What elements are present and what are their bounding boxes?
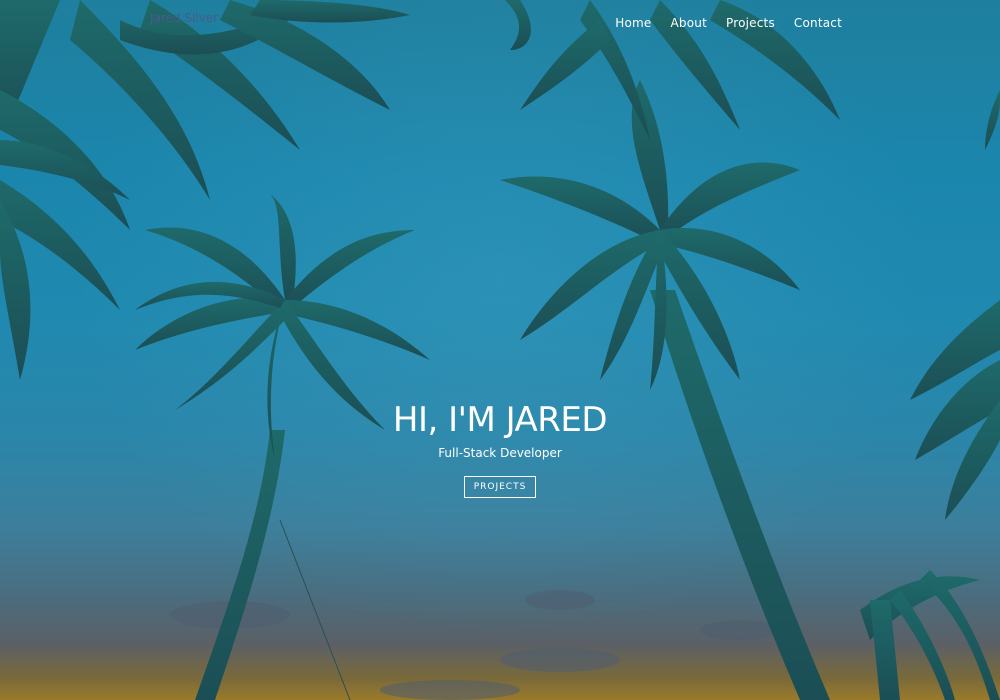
- nav-item-home: Home: [615, 12, 651, 31]
- nav-link-contact[interactable]: Contact: [794, 16, 842, 30]
- hero-subtitle: Full-Stack Developer: [438, 446, 562, 460]
- nav-link-projects[interactable]: Projects: [726, 16, 775, 30]
- hero-section: Jared Silver Home About Projects Contact…: [0, 0, 1000, 700]
- brand-link[interactable]: Jared Silver: [150, 11, 218, 25]
- palm-tree-background: [0, 0, 1000, 700]
- nav-link-home[interactable]: Home: [615, 16, 651, 30]
- hero-content: HI, I'M JARED Full-Stack Developer PROJE…: [0, 398, 1000, 498]
- nav-item-contact: Contact: [794, 12, 842, 31]
- palm-right-edge: [860, 90, 1000, 700]
- clouds: [170, 590, 780, 700]
- nav-item-about: About: [671, 12, 707, 31]
- palm-crown-center-right: [500, 80, 800, 390]
- palm-left-fronds: [0, 90, 130, 380]
- nav-menu: Home About Projects Contact: [615, 12, 842, 31]
- nav-item-projects: Projects: [726, 12, 775, 31]
- projects-button[interactable]: PROJECTS: [463, 476, 537, 498]
- nav-link-about[interactable]: About: [671, 16, 707, 30]
- rope: [279, 519, 351, 700]
- hero-title: HI, I'M JARED: [392, 400, 608, 440]
